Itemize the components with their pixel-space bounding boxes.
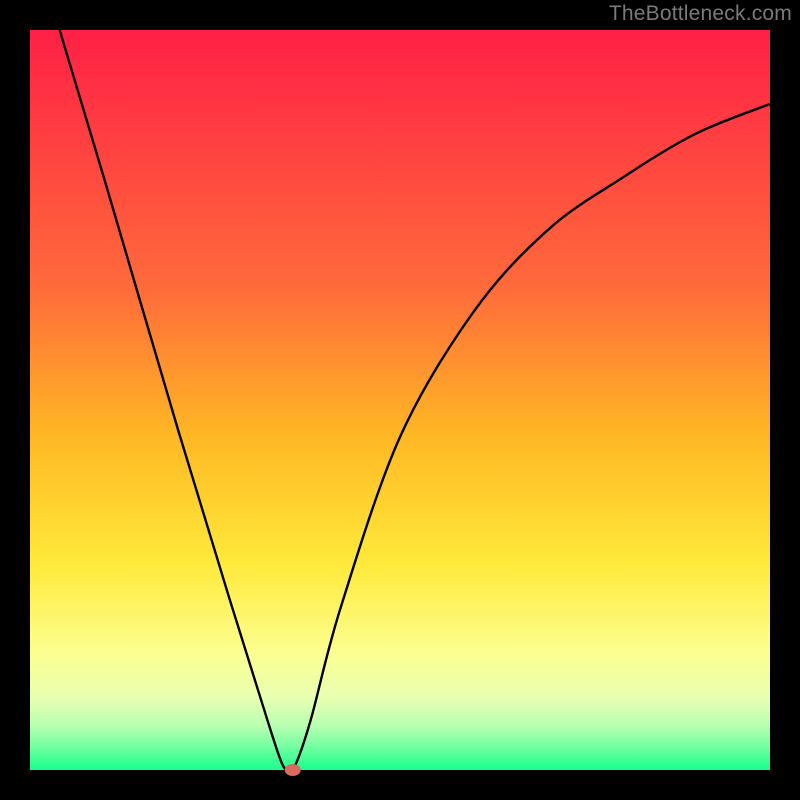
optimum-marker xyxy=(285,764,301,776)
watermark-text: TheBottleneck.com xyxy=(609,2,792,26)
chart-frame: TheBottleneck.com xyxy=(0,0,800,800)
plot-background xyxy=(30,30,770,770)
bottleneck-chart xyxy=(0,0,800,800)
